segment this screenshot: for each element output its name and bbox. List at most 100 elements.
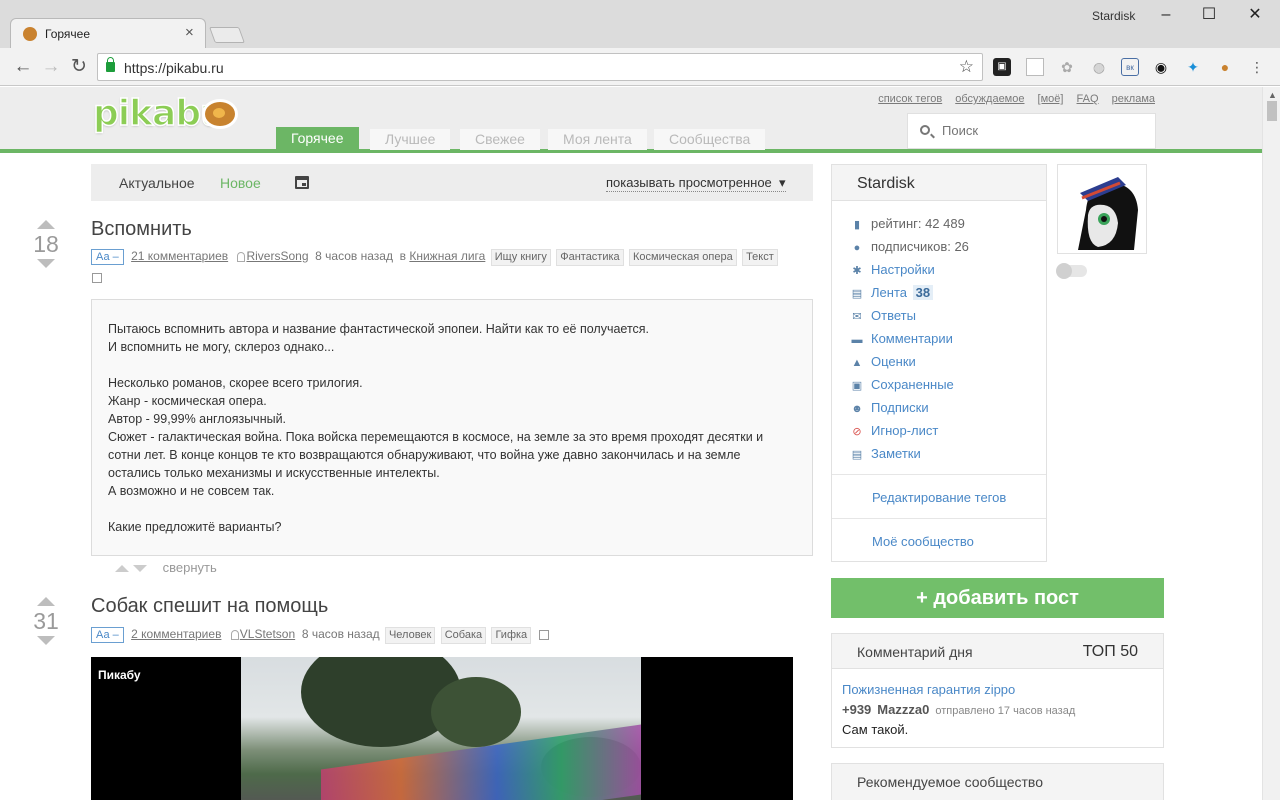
post-video[interactable]: Пикабу (91, 657, 793, 800)
maximize-button[interactable]: ☐ (1189, 4, 1229, 26)
url-text[interactable]: https://pikabu.ru (124, 60, 224, 76)
notes-icon: ▤ (851, 449, 863, 461)
menu-notes[interactable]: ▤ Заметки (851, 446, 921, 461)
font-size-button[interactable]: Аа – (91, 627, 124, 643)
menu-replies[interactable]: ✉ Ответы (851, 308, 916, 323)
reload-icon[interactable]: ↻ (68, 56, 90, 78)
tag[interactable]: Ищу книгу (490, 249, 551, 266)
extension-icon[interactable]: ▣ (993, 58, 1011, 76)
tab-my-feed[interactable]: Моя лента (548, 129, 647, 150)
scroll-up-icon[interactable]: ▲ (1268, 90, 1277, 100)
menu-icon[interactable]: ⋮ (1248, 58, 1266, 76)
menu-subscriptions[interactable]: ☻ Подписки (851, 400, 928, 415)
link-faq[interactable]: FAQ (1077, 93, 1099, 105)
author-link[interactable]: RiversSong (246, 249, 308, 263)
comment-author[interactable]: Mazzza0 (877, 702, 929, 717)
search-icon[interactable] (920, 125, 930, 135)
browser-titlebar: Горячее × Stardisk – ☐ ✕ (0, 0, 1280, 48)
ratings-icon: ▲ (851, 357, 863, 369)
user-panel: Stardisk ▮ рейтинг: 42 489 ● подписчиков: … (831, 164, 1047, 562)
tag[interactable]: Космическая опера (629, 249, 737, 266)
menu-settings[interactable]: ✱ Настройки (851, 262, 934, 277)
save-post-icon[interactable] (92, 273, 102, 283)
mini-upvote-icon[interactable] (115, 565, 129, 573)
pikabu-logo-icon[interactable] (202, 99, 238, 129)
edit-tags-link[interactable]: Редактирование тегов (872, 490, 1006, 505)
video-watermark: Пикабу (98, 668, 141, 682)
link-tags[interactable]: список тегов (878, 93, 942, 105)
collapse-link[interactable]: свернуть (163, 560, 217, 575)
community-link[interactable]: Книжная лига (409, 249, 485, 263)
pikabu-extension-icon[interactable]: ● (1216, 58, 1234, 76)
link-ads[interactable]: реклама (1112, 93, 1155, 105)
post-title[interactable]: Вспомнить (91, 218, 192, 241)
add-post-button[interactable]: + добавить пост (831, 578, 1164, 618)
new-tab-button[interactable] (209, 27, 245, 43)
calendar-icon[interactable] (295, 176, 309, 189)
tag[interactable]: Человек (384, 627, 436, 644)
browser-tab[interactable]: Горячее × (10, 18, 206, 48)
night-mode-toggle[interactable] (1056, 263, 1087, 279)
downvote-icon[interactable] (37, 259, 55, 268)
forward-icon[interactable]: → (40, 56, 62, 78)
menu-ratings[interactable]: ▲ Оценки (851, 354, 916, 369)
post-title[interactable]: Собак спешит на помощь (91, 595, 328, 618)
tab-communities[interactable]: Сообщества (654, 129, 766, 150)
menu-feed[interactable]: ▤ Лента 38 (851, 285, 934, 300)
browser-user[interactable]: Stardisk (1092, 9, 1135, 23)
menu-comments[interactable]: ▬ Комментарии (851, 331, 953, 346)
tag[interactable]: Фантастика (556, 249, 624, 266)
address-bar[interactable]: https://pikabu.ru ☆ (97, 53, 983, 81)
author-link[interactable]: VLStetson (240, 627, 295, 641)
tab-hot[interactable]: Горячее (276, 127, 359, 150)
downvote-icon[interactable] (37, 636, 55, 645)
tab-best[interactable]: Лучшее (370, 129, 451, 150)
tag[interactable]: Собака (440, 627, 487, 644)
my-community-link[interactable]: Моё сообщество (872, 534, 974, 549)
menu-ignore[interactable]: ⊘ Игнор-лист (851, 423, 938, 438)
viewed-dropdown[interactable]: показывать просмотренное ▾ (606, 175, 786, 192)
font-size-button[interactable]: Аа – (91, 249, 124, 265)
page-scrollbar[interactable]: ▲ (1262, 87, 1280, 800)
link-discussed[interactable]: обсуждаемое (955, 93, 1024, 105)
comment-of-day-header: Комментарий дня ТОП 50 (832, 634, 1163, 669)
search-box[interactable] (907, 113, 1156, 149)
divider (832, 474, 1046, 475)
avatar[interactable] (1057, 164, 1147, 254)
filter-new[interactable]: Новое (220, 175, 261, 191)
tab-fresh[interactable]: Свежее (460, 129, 540, 150)
page-icon[interactable] (1026, 58, 1044, 76)
bookmark-star-icon[interactable]: ☆ (959, 57, 974, 77)
filter-actual[interactable]: Актуальное (119, 175, 195, 191)
feed-count-badge: 38 (912, 285, 934, 300)
top-50-link[interactable]: ТОП 50 (1083, 643, 1138, 661)
scroll-thumb[interactable] (1267, 101, 1277, 121)
username[interactable]: Stardisk (857, 175, 915, 193)
eye-icon[interactable]: ◉ (1152, 58, 1170, 76)
feed-icon: ▤ (851, 288, 863, 300)
tab-close-icon[interactable]: × (185, 24, 194, 41)
upvote-icon[interactable] (37, 220, 55, 229)
link-mine[interactable]: [моё] (1038, 93, 1064, 105)
comment-post-link[interactable]: Пожизненная гарантия zippo (842, 682, 1015, 697)
comments-link[interactable]: 2 комментариев (131, 627, 221, 641)
menu-saved[interactable]: ▣ Сохраненные (851, 377, 954, 392)
comments-icon: ▬ (851, 334, 863, 346)
back-icon[interactable]: ← (12, 56, 34, 78)
globe-icon[interactable]: ◍ (1090, 58, 1108, 76)
butterfly-icon[interactable]: ✦ (1184, 58, 1202, 76)
close-window-button[interactable]: ✕ (1235, 4, 1275, 26)
upvote-icon[interactable] (37, 597, 55, 606)
user-icon (230, 629, 239, 640)
recommended-title: Рекомендуемое сообщество (857, 774, 1043, 790)
minimize-button[interactable]: – (1146, 4, 1186, 26)
vk-icon[interactable]: вк (1121, 58, 1139, 76)
tag[interactable]: Гифка (491, 627, 532, 644)
save-post-icon[interactable] (538, 629, 549, 640)
mini-downvote-icon[interactable] (133, 565, 147, 573)
gear-extension-icon[interactable]: ✿ (1058, 58, 1076, 76)
comments-link[interactable]: 21 комментариев (131, 249, 228, 263)
tag[interactable]: Текст (742, 249, 778, 266)
settings-icon: ✱ (852, 265, 862, 277)
search-input[interactable] (942, 123, 1142, 138)
